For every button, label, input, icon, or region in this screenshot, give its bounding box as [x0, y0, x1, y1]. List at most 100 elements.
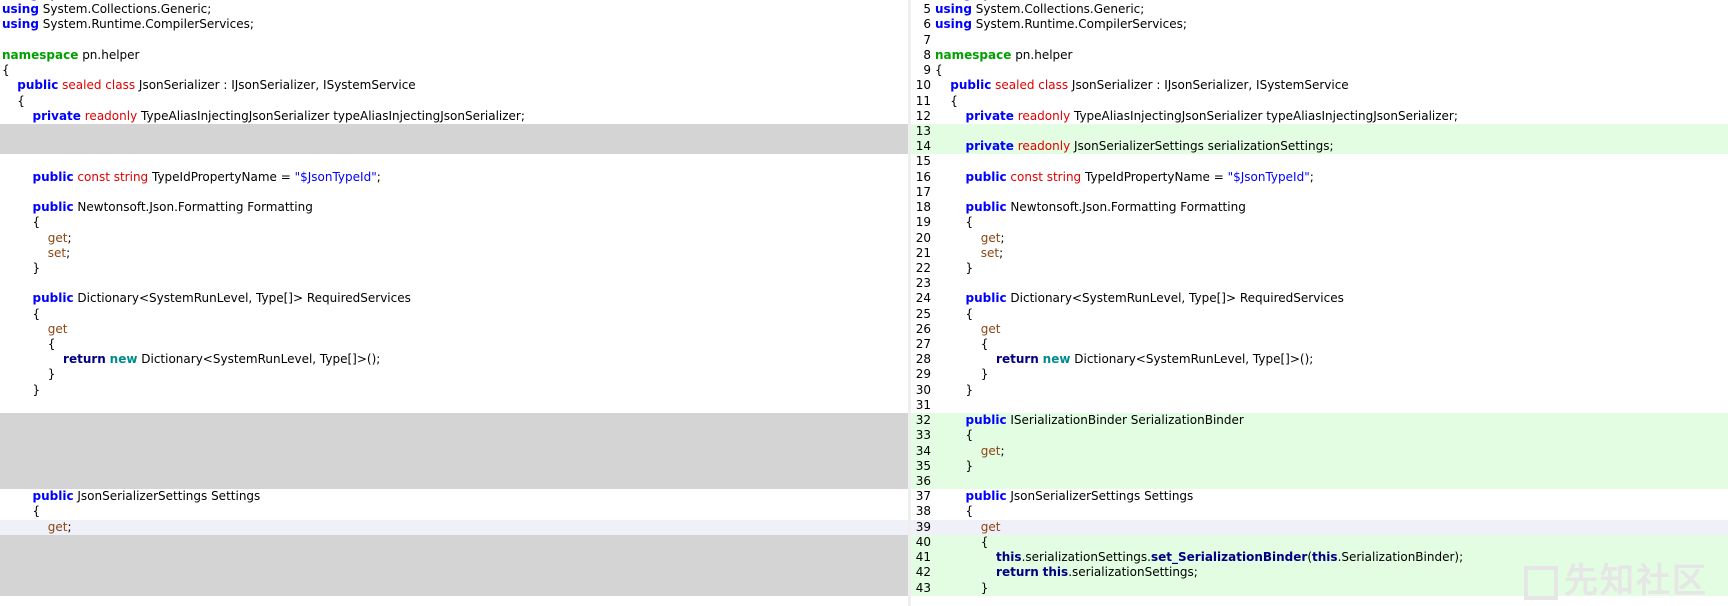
left-code-line[interactable]: { [0, 215, 908, 230]
right-code-line[interactable]: 19 { [911, 215, 1728, 230]
line-number: 41 [915, 550, 931, 565]
code-token: get [980, 230, 1001, 245]
right-code-line[interactable]: 31 [911, 398, 1728, 413]
left-code-line[interactable] [0, 276, 908, 291]
left-code-line[interactable]: { [0, 337, 908, 352]
left-code-line[interactable]: } [0, 261, 908, 276]
left-code-line[interactable]: { [0, 63, 908, 78]
left-code-line[interactable]: } [0, 367, 908, 382]
right-code-line[interactable]: 21 set; [911, 246, 1728, 261]
right-code-line[interactable]: 22 } [911, 261, 1728, 276]
left-code-line[interactable]: public sealed class JsonSerializer : IJs… [0, 78, 908, 93]
line-number: 37 [915, 489, 931, 504]
right-code-line[interactable]: 34 get; [911, 443, 1728, 459]
right-code-line[interactable]: 12 private readonly TypeAliasInjectingJs… [911, 109, 1728, 124]
left-code-line[interactable] [0, 458, 908, 474]
left-code-line[interactable] [0, 185, 908, 200]
code-token: { [2, 215, 41, 230]
left-code-line[interactable] [0, 428, 908, 444]
left-code-line[interactable]: return new Dictionary<SystemRunLevel, Ty… [0, 352, 908, 367]
right-code-line[interactable]: 28 return new Dictionary<SystemRunLevel,… [911, 352, 1728, 367]
line-number: 11 [915, 93, 931, 108]
right-code-line[interactable]: 40 { [911, 534, 1728, 551]
code-token: { [935, 534, 989, 549]
left-pane[interactable]: using System;using System.Collections.Ge… [0, 0, 908, 606]
right-code-line[interactable]: 13 [911, 123, 1728, 140]
right-code-line[interactable]: 18 public Newtonsoft.Json.Formatting For… [911, 200, 1728, 215]
left-code-line[interactable] [0, 33, 908, 48]
right-code-line[interactable]: 39 get [911, 519, 1728, 535]
left-code-line[interactable]: public const string TypeIdPropertyName =… [0, 170, 908, 185]
right-code-line[interactable]: 32 public ISerializationBinder Serializa… [911, 413, 1728, 429]
left-code-line[interactable]: get [0, 322, 908, 337]
code-text: public sealed class JsonSerializer : IJs… [935, 78, 1349, 93]
left-code-line[interactable]: get; [0, 231, 908, 246]
code-token: TypeAliasInjectingJsonSerializer typeAli… [137, 108, 525, 123]
right-code-line[interactable]: 30 } [911, 383, 1728, 398]
left-code-line[interactable]: set; [0, 246, 908, 261]
right-code-line[interactable]: 17 [911, 185, 1728, 200]
left-code-line[interactable]: { [0, 307, 908, 322]
left-code-line[interactable] [0, 443, 908, 459]
left-code-line[interactable] [0, 139, 908, 155]
right-code-line[interactable]: 33 { [911, 428, 1728, 444]
code-text: return new Dictionary<SystemRunLevel, Ty… [2, 352, 380, 367]
left-code-line[interactable] [0, 123, 908, 140]
line-number: 26 [915, 321, 931, 336]
right-code-line[interactable]: 8 namespace pn.helper [911, 48, 1728, 63]
left-code-line[interactable]: public JsonSerializerSettings Settings [0, 489, 908, 504]
code-token: JsonSerializer : IJsonSerializer, ISyste… [1068, 78, 1349, 93]
code-token: public [32, 200, 74, 215]
code-token: get [47, 321, 68, 336]
left-code-line[interactable] [0, 474, 908, 490]
left-code-line[interactable]: using System.Collections.Generic; [0, 2, 908, 17]
right-code-line[interactable]: 24 public Dictionary<SystemRunLevel, Typ… [911, 291, 1728, 306]
code-token: namespace [2, 47, 79, 62]
right-code-line[interactable]: 10 public sealed class JsonSerializer : … [911, 78, 1728, 93]
code-token: } [935, 367, 989, 382]
right-code-line[interactable]: 26 get [911, 322, 1728, 337]
left-code-line[interactable] [0, 550, 908, 566]
code-token: Newtonsoft.Json.Formatting Formatting [73, 200, 313, 215]
right-code-line[interactable]: 29 } [911, 367, 1728, 382]
right-code-line[interactable]: 5 using System.Collections.Generic; [911, 2, 1728, 17]
line-number: 33 [915, 428, 931, 443]
right-code-line[interactable]: 20 get; [911, 231, 1728, 246]
right-code-line[interactable]: 7 [911, 33, 1728, 48]
right-code-line[interactable]: 15 [911, 154, 1728, 169]
left-code-line[interactable]: private readonly TypeAliasInjectingJsonS… [0, 109, 908, 124]
code-token: { [2, 93, 25, 108]
left-code-line[interactable] [0, 565, 908, 581]
right-code-line[interactable]: 23 [911, 276, 1728, 291]
left-code-line[interactable] [0, 398, 908, 413]
left-code-line[interactable]: } [0, 383, 908, 398]
right-code-line[interactable]: 25 { [911, 307, 1728, 322]
right-code-line[interactable]: 37 public JsonSerializerSettings Setting… [911, 489, 1728, 504]
right-code-line[interactable]: 36 [911, 474, 1728, 490]
right-code-line[interactable]: 9{ [911, 63, 1728, 78]
right-code-line[interactable]: 14 private readonly JsonSerializerSettin… [911, 139, 1728, 155]
code-text: return new Dictionary<SystemRunLevel, Ty… [935, 352, 1313, 367]
left-code-line[interactable] [0, 580, 908, 596]
left-code-line[interactable] [0, 413, 908, 429]
line-number: 30 [915, 382, 931, 397]
left-code-line[interactable] [0, 534, 908, 551]
right-pane[interactable]: 4using System;5using System.Collections.… [911, 0, 1728, 606]
code-token: { [935, 337, 989, 352]
left-code-line[interactable]: public Newtonsoft.Json.Formatting Format… [0, 200, 908, 215]
right-code-line[interactable]: 6 using System.Runtime.CompilerServices; [911, 17, 1728, 32]
right-code-line[interactable]: 27 { [911, 337, 1728, 352]
right-code-line[interactable]: 38 { [911, 504, 1728, 519]
left-code-line[interactable]: { [0, 504, 908, 519]
right-code-line[interactable]: 11 { [911, 94, 1728, 109]
left-code-line[interactable]: get; [0, 519, 908, 535]
left-code-line[interactable]: namespace pn.helper [0, 48, 908, 63]
left-code-line[interactable]: using System.Runtime.CompilerServices; [0, 17, 908, 32]
left-code-line[interactable]: { [0, 94, 908, 109]
right-code-line[interactable]: 16 public const string TypeIdPropertyNam… [911, 170, 1728, 185]
right-code-line[interactable]: 35 } [911, 458, 1728, 474]
left-code-line[interactable] [0, 154, 908, 169]
left-code-line[interactable]: public Dictionary<SystemRunLevel, Type[]… [0, 291, 908, 306]
code-text: namespace pn.helper [2, 48, 139, 63]
